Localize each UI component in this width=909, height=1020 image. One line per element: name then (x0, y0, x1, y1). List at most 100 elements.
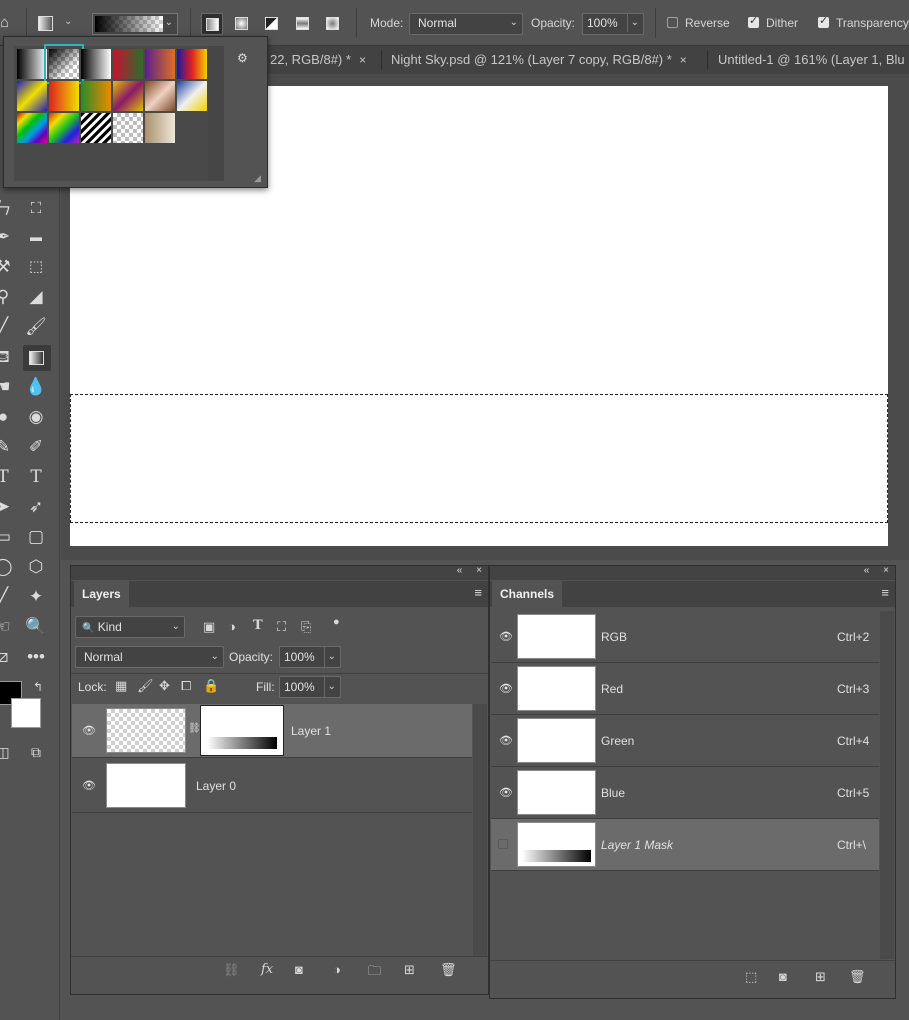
eye-icon[interactable]: 👁 (499, 734, 513, 747)
lock-artboard-icon[interactable]: ⧠ (181, 678, 191, 694)
gradient-swatch[interactable] (49, 113, 79, 143)
eye-icon[interactable]: 👁 (82, 779, 96, 792)
swap-colors-icon[interactable]: ↰ (27, 676, 49, 698)
collapse-close-icons[interactable]: « × (457, 565, 482, 576)
channel-row-green[interactable]: 👁 Green Ctrl+4 (491, 715, 879, 767)
opacity-field[interactable]: 100% ⌄ (582, 13, 644, 35)
eye-icon[interactable]: 👁 (499, 682, 513, 695)
tab-document-1[interactable]: 22, RGB/8#) * × (270, 46, 382, 74)
vertical-type-icon[interactable]: T (0, 466, 14, 488)
home-icon[interactable]: ⌂ (0, 14, 14, 32)
layer-row-layer-0[interactable]: 👁 Layer 0 (72, 759, 472, 813)
brush-tool-icon[interactable]: 🖌 (25, 316, 47, 338)
radial-gradient-button[interactable] (231, 13, 253, 35)
tab-layers[interactable]: Layers (74, 581, 129, 607)
type-filter-icon[interactable]: T (253, 618, 263, 633)
dodge-tool-icon[interactable]: ● (0, 406, 14, 428)
stamp-tool-icon[interactable]: ⚲ (0, 286, 14, 308)
pencil-tool-icon[interactable]: ╱ (0, 316, 14, 338)
channels-scrollbar[interactable] (880, 611, 894, 959)
layers-scrollbar[interactable] (473, 704, 487, 956)
channel-row-rgb[interactable]: 👁 RGB Ctrl+2 (491, 611, 879, 663)
angle-gradient-button[interactable] (261, 13, 283, 35)
paint-bucket-icon[interactable]: ⛾ (0, 346, 14, 368)
lock-transparent-icon[interactable]: ▦ (115, 678, 127, 694)
background-color-swatch[interactable] (11, 698, 41, 728)
gradient-swatch[interactable] (17, 49, 47, 79)
pixel-filter-icon[interactable]: ▣ (203, 619, 215, 635)
gradient-preview-dropdown[interactable]: ⌄ (92, 13, 178, 35)
trash-icon[interactable]: 🗑 (440, 962, 457, 978)
panel-menu-icon[interactable]: ≡ (474, 585, 482, 600)
adjustment-layer-icon[interactable]: ◑ (333, 962, 341, 977)
custom-shape-icon[interactable]: ✦ (25, 586, 47, 608)
gradient-swatch[interactable] (145, 113, 175, 143)
reflected-gradient-button[interactable] (292, 13, 314, 35)
lasso-tool-icon[interactable]: ㄣ (0, 198, 14, 220)
link-layers-icon[interactable]: ⛓ (223, 962, 240, 978)
rounded-rectangle-icon[interactable]: ▢ (25, 526, 47, 548)
fx-icon[interactable]: fx (261, 962, 273, 977)
hand-tool-icon[interactable]: ☜ (0, 616, 14, 638)
gradient-picker-scrollbar[interactable] (208, 46, 224, 181)
mode-select[interactable]: Normal ⌄ (409, 13, 523, 35)
lock-position-icon[interactable]: ✥ (159, 678, 170, 694)
close-icon[interactable]: × (680, 53, 687, 67)
channel-row-layer-1-mask[interactable]: Layer 1 Mask Ctrl+\ (491, 819, 879, 871)
dither-checkbox[interactable] (748, 14, 759, 28)
close-icon[interactable]: × (359, 53, 366, 67)
tab-channels[interactable]: Channels (492, 581, 563, 607)
linear-gradient-button[interactable] (201, 13, 223, 35)
more-tools-icon[interactable]: ••• (25, 646, 47, 668)
perspective-crop-icon[interactable]: ⛶ (25, 198, 47, 220)
save-selection-icon[interactable]: ◙ (779, 969, 787, 984)
adjustment-filter-icon[interactable]: ◑ (228, 619, 236, 634)
patch-tool-icon[interactable]: ⚒ (0, 256, 14, 278)
gradient-swatch[interactable] (113, 49, 143, 79)
sponge-tool-icon[interactable]: ◉ (25, 406, 47, 428)
eye-icon[interactable]: 👁 (82, 724, 96, 737)
channel-row-blue[interactable]: 👁 Blue Ctrl+5 (491, 767, 879, 819)
screen-mode-icon[interactable]: ⧉ (25, 741, 47, 763)
quick-mask-icon[interactable]: ◫ (0, 741, 14, 763)
gear-icon[interactable]: ⚙ (237, 51, 248, 65)
transparency-checkbox[interactable] (818, 14, 829, 28)
visibility-box[interactable] (498, 839, 508, 849)
gradient-swatch[interactable] (113, 81, 143, 111)
eye-icon[interactable]: 👁 (499, 786, 513, 799)
new-channel-icon[interactable]: ⊞ (815, 969, 826, 985)
fill-field[interactable]: 100% ⌄ (279, 676, 341, 698)
gradient-swatch[interactable] (177, 49, 207, 79)
link-icon[interactable]: ⛓ (188, 723, 201, 734)
lock-all-icon[interactable]: 🔒 (203, 678, 219, 694)
tab-untitled-1[interactable]: Untitled-1 @ 161% (Layer 1, Blu (718, 46, 909, 74)
eraser-tool-icon[interactable]: ◢ (25, 286, 47, 308)
eyedropper-tool-icon[interactable]: ✒ (0, 226, 14, 248)
trash-icon[interactable]: 🗑 (849, 969, 866, 985)
add-mask-icon[interactable]: ◙ (295, 962, 303, 977)
blur-tool-icon[interactable]: 💧 (25, 376, 47, 398)
line-tool-icon[interactable]: ╱ (0, 586, 14, 608)
zoom-tool-icon[interactable]: 🔍 (25, 616, 47, 638)
gradient-swatch[interactable] (145, 81, 175, 111)
diamond-gradient-button[interactable] (322, 13, 344, 35)
smart-object-filter-icon[interactable]: ⎘ (301, 619, 311, 635)
gradient-swatch[interactable] (44, 44, 84, 84)
gradient-swatch[interactable] (17, 113, 47, 143)
shape-filter-icon[interactable]: ⛶ (277, 619, 286, 635)
gradient-swatch[interactable] (17, 81, 47, 111)
gradient-swatch[interactable] (145, 49, 175, 79)
path-selection-icon[interactable]: ➤ (0, 496, 14, 518)
rectangle-tool-icon[interactable]: ▭ (0, 526, 14, 548)
gradient-swatch[interactable] (81, 81, 111, 111)
reverse-checkbox[interactable] (667, 17, 678, 28)
polygon-tool-icon[interactable]: ⬡ (25, 556, 47, 578)
tool-preset-picker[interactable]: ⌄ (38, 14, 78, 34)
channel-row-red[interactable]: 👁 Red Ctrl+3 (491, 663, 879, 715)
gradient-swatch[interactable] (81, 113, 111, 143)
content-aware-move-icon[interactable]: ⬚ (25, 256, 47, 278)
layer-mask-thumbnail[interactable] (200, 705, 284, 756)
type-tool-icon[interactable]: T (25, 466, 47, 488)
layer-opacity-field[interactable]: 100% ⌄ (279, 646, 341, 668)
freeform-pen-icon[interactable]: ✐ (25, 436, 47, 458)
